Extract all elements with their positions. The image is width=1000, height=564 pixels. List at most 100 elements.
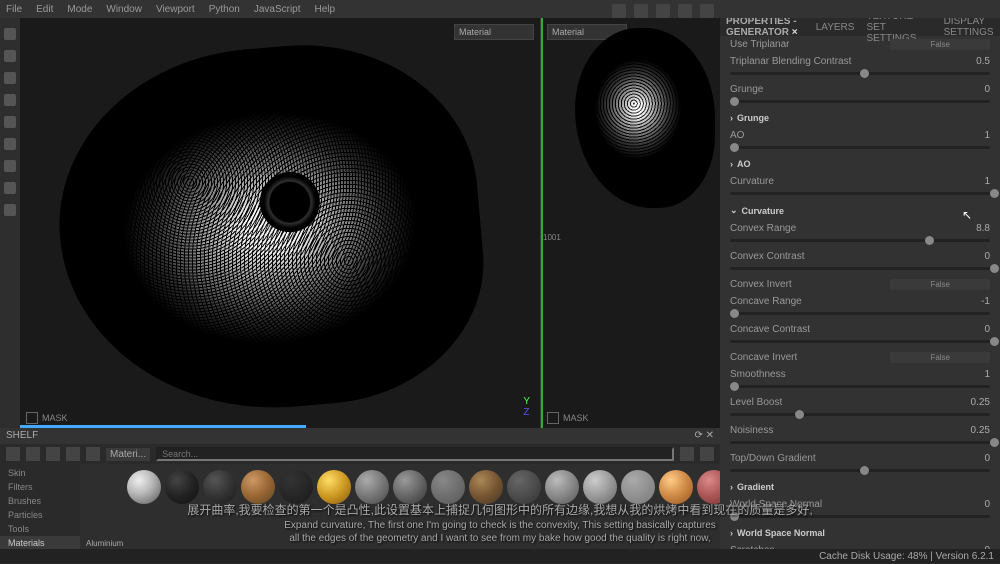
- grid-view-icon[interactable]: [680, 447, 694, 461]
- tool-icon[interactable]: [4, 116, 16, 128]
- subtitle-en-1: Expand curvature, The first one I'm goin…: [50, 519, 950, 532]
- udim-label: 1001: [543, 233, 561, 242]
- menu-viewport[interactable]: Viewport: [156, 4, 195, 15]
- list-view-icon[interactable]: [700, 447, 714, 461]
- section-gradient[interactable]: Gradient: [720, 478, 1000, 496]
- slider[interactable]: [730, 385, 990, 388]
- prop-level-boost: Level Boost0.25: [720, 394, 1000, 411]
- section-ao[interactable]: AO: [720, 155, 1000, 173]
- tool-icon[interactable]: [4, 72, 16, 84]
- slider[interactable]: [730, 441, 990, 444]
- prop-convex-contrast: Convex Contrast0: [720, 248, 1000, 265]
- slider[interactable]: [730, 100, 990, 103]
- material-ball[interactable]: [317, 470, 351, 504]
- material-ball[interactable]: [621, 470, 655, 504]
- toggle-button[interactable]: False: [890, 352, 990, 363]
- shelf-toolbar: Materi...: [0, 444, 720, 464]
- material-ball[interactable]: [355, 470, 389, 504]
- toggle-button[interactable]: False: [890, 279, 990, 290]
- material-ball[interactable]: [127, 470, 161, 504]
- tool-icon[interactable]: [4, 28, 16, 40]
- shelf-cat-skin[interactable]: Skin: [0, 466, 80, 480]
- menu-mode[interactable]: Mode: [67, 4, 92, 15]
- slider[interactable]: [730, 146, 990, 149]
- pause-icon[interactable]: [612, 4, 626, 18]
- mesh-preview: [45, 30, 495, 425]
- shelf-tool-icon[interactable]: [26, 447, 40, 461]
- material-ball[interactable]: [507, 470, 541, 504]
- prop-top-down-gradient: Top/Down Gradient0: [720, 450, 1000, 467]
- shelf-tool-icon[interactable]: [46, 447, 60, 461]
- tool-icon[interactable]: [4, 138, 16, 150]
- material-ball[interactable]: [393, 470, 427, 504]
- prop-smoothness: Smoothness1: [720, 366, 1000, 383]
- slider[interactable]: [730, 239, 990, 242]
- top-toolbar-icons: [612, 4, 714, 18]
- tool-icon[interactable]: [634, 4, 648, 18]
- slider[interactable]: [730, 340, 990, 343]
- prop-convex-range: Convex Range8.8: [720, 220, 1000, 237]
- tab-display[interactable]: DISPLAY SETTINGS: [938, 18, 1000, 38]
- main-area: Material YZ MASK Material 1001 MASK: [20, 18, 720, 428]
- section-grunge[interactable]: Grunge: [720, 109, 1000, 127]
- toggle-button[interactable]: False: [890, 39, 990, 50]
- tool-icon[interactable]: [4, 50, 16, 62]
- prop-concave-invert: Concave InvertFalse: [720, 349, 1000, 366]
- prop-grunge: Grunge0: [720, 81, 1000, 98]
- shelf-tool-icon[interactable]: [66, 447, 80, 461]
- material-ball[interactable]: [545, 470, 579, 504]
- slider[interactable]: [730, 192, 990, 195]
- menu-file[interactable]: File: [6, 4, 22, 15]
- tab-properties[interactable]: PROPERTIES - GENERATOR ×: [720, 18, 810, 38]
- tool-icon[interactable]: [4, 204, 16, 216]
- material-ball[interactable]: [203, 470, 237, 504]
- prop-concave-contrast: Concave Contrast0: [720, 321, 1000, 338]
- axis-gizmo: YZ: [523, 396, 530, 418]
- prop-noisiness: Noisiness0.25: [720, 422, 1000, 439]
- viewport-2d[interactable]: Material 1001 MASK: [540, 18, 720, 428]
- shelf-tool-icon[interactable]: [6, 447, 20, 461]
- material-ball[interactable]: [659, 470, 693, 504]
- shelf-cat-filters[interactable]: Filters: [0, 480, 80, 494]
- uv-border: [541, 18, 543, 428]
- camera-icon[interactable]: [700, 4, 714, 18]
- menu-javascript[interactable]: JavaScript: [254, 4, 301, 15]
- menu-python[interactable]: Python: [209, 4, 240, 15]
- section-curvature[interactable]: Curvature: [720, 201, 1000, 220]
- shelf-header: SHELF ⟳ ✕: [0, 428, 720, 444]
- tool-icon[interactable]: [678, 4, 692, 18]
- tab-layers[interactable]: LAYERS: [810, 22, 861, 33]
- material-ball[interactable]: [697, 470, 720, 504]
- properties-panel: PROPERTIES - GENERATOR × LAYERS TEXTURE …: [720, 18, 1000, 563]
- tool-icon[interactable]: [4, 160, 16, 172]
- tool-icon[interactable]: [4, 182, 16, 194]
- video-subtitle: 展开曲率,我要检查的第一个是凸性,此设置基本上捕捉几何图形中的所有边缘,我想从我…: [50, 503, 950, 545]
- statusbar: Cache Disk Usage: 48% | Version 6.2.1: [0, 549, 1000, 563]
- material-ball[interactable]: [469, 470, 503, 504]
- material-ball[interactable]: [241, 470, 275, 504]
- shelf-filter-chip[interactable]: Materi...: [106, 448, 150, 461]
- prop-triplanar-blending-contrast: Triplanar Blending Contrast0.5: [720, 53, 1000, 70]
- slider[interactable]: [730, 469, 990, 472]
- slider[interactable]: [730, 312, 990, 315]
- slider[interactable]: [730, 72, 990, 75]
- tool-icon[interactable]: [4, 94, 16, 106]
- mask-label-2d: MASK: [547, 412, 589, 424]
- material-ball[interactable]: [431, 470, 465, 504]
- viewport-3d[interactable]: Material YZ MASK: [20, 18, 540, 428]
- menu-edit[interactable]: Edit: [36, 4, 53, 15]
- tool-icon[interactable]: [656, 4, 670, 18]
- material-ball[interactable]: [279, 470, 313, 504]
- material-ball[interactable]: [165, 470, 199, 504]
- material-ball[interactable]: [583, 470, 617, 504]
- menu-window[interactable]: Window: [106, 4, 142, 15]
- material-dropdown[interactable]: Material: [454, 24, 534, 40]
- slider[interactable]: [730, 413, 990, 416]
- menu-help[interactable]: Help: [315, 4, 336, 15]
- shelf-controls[interactable]: ⟳ ✕: [694, 430, 714, 442]
- filter-icon[interactable]: [86, 447, 100, 461]
- left-toolbar: [0, 18, 20, 428]
- shelf-search-input[interactable]: [156, 447, 674, 461]
- prop-ao: AO1: [720, 127, 1000, 144]
- slider[interactable]: [730, 267, 990, 270]
